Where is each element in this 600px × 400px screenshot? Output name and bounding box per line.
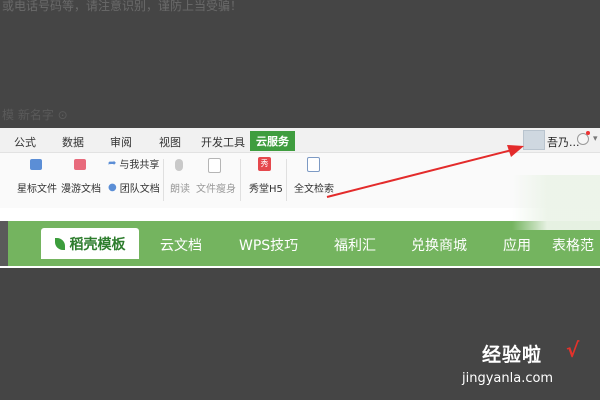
read-aloud-button[interactable]: 朗读 [170, 180, 190, 195]
tab-data[interactable]: 数据 [62, 134, 84, 150]
team-icon: ● [108, 182, 117, 193]
file-slim-button[interactable]: 文件瘦身 [196, 180, 236, 195]
wps-window: 公式 数据 审阅 视图 开发工具 云服务 吾乃... ▾ 星标文件 漫游文档 ➦… [0, 128, 600, 268]
star-files-button[interactable]: 星标文件 [17, 180, 57, 195]
share-icon: ➦ [108, 158, 117, 169]
ribbon-tab-bar: 公式 数据 审阅 视图 开发工具 云服务 吾乃... ▾ [0, 128, 600, 153]
fulltext-search-button[interactable]: 全文检索 [294, 180, 334, 195]
background-document-text: 模 新名字 ⊙ [2, 108, 68, 122]
leaf-icon [54, 237, 65, 250]
blur-overlay [512, 175, 600, 230]
shared-with-me-button[interactable]: ➦ 与我共享 [108, 156, 159, 171]
tab-exchange-mall[interactable]: 兑换商城 [411, 235, 467, 255]
background-notice-text: 或电话号码等，请注意识别，谨防上当受骗！ [2, 0, 243, 13]
toolbar-divider [163, 159, 164, 201]
tab-cloud-docs[interactable]: 云文档 [160, 235, 202, 255]
shared-with-me-label: 与我共享 [119, 160, 160, 171]
cloud-service-toolbar: 星标文件 漫游文档 ➦ 与我共享 ● 团队文档 朗读 文件瘦身 秀 秀堂H5 全… [0, 153, 600, 208]
tab-view[interactable]: 视图 [159, 134, 181, 150]
xiutang-icon: 秀 [258, 157, 271, 171]
team-docs-label: 团队文档 [119, 184, 160, 195]
user-name[interactable]: 吾乃... [547, 134, 580, 150]
watermark-cn-text: 经验啦 [482, 344, 543, 366]
tab-review[interactable]: 审阅 [110, 134, 132, 150]
tab-docer-templates[interactable]: 稻壳模板 [41, 228, 139, 259]
microphone-icon [175, 159, 183, 171]
document-search-icon [307, 157, 320, 172]
watermark-url: jingyanla.com [462, 371, 554, 386]
xiutang-h5-button[interactable]: 秀堂H5 [249, 180, 283, 195]
user-avatar[interactable] [523, 130, 545, 150]
team-docs-button[interactable]: ● 团队文档 [108, 180, 160, 195]
tab-welfare[interactable]: 福利汇 [334, 235, 376, 255]
tab-wps-tips[interactable]: WPS技巧 [239, 235, 298, 255]
tab-docer-templates-label: 稻壳模板 [69, 236, 126, 253]
sidebar-edge [0, 221, 8, 266]
roam-docs-button[interactable]: 漫游文档 [61, 180, 101, 195]
chevron-down-icon[interactable]: ▾ [593, 134, 598, 144]
folder-star-icon [30, 159, 42, 170]
tab-formula[interactable]: 公式 [14, 134, 36, 150]
tab-apps[interactable]: 应用 [503, 235, 531, 255]
roaming-docs-icon [74, 159, 86, 170]
toolbar-divider [286, 159, 287, 201]
tab-cloud-service[interactable]: 云服务 [250, 131, 295, 151]
tab-spreadsheet[interactable]: 表格范 [552, 235, 594, 255]
toolbar-divider [240, 159, 241, 201]
tab-developer[interactable]: 开发工具 [201, 134, 245, 150]
watermark-check-icon: √ [566, 338, 580, 362]
file-slim-icon [208, 158, 221, 173]
docer-banner-nav: 稻壳模板 云文档 WPS技巧 福利汇 兑换商城 应用 表格范 [0, 221, 600, 266]
watermark: 经验啦 √ jingyanla.com [462, 338, 592, 395]
notification-dot-icon [586, 131, 590, 135]
